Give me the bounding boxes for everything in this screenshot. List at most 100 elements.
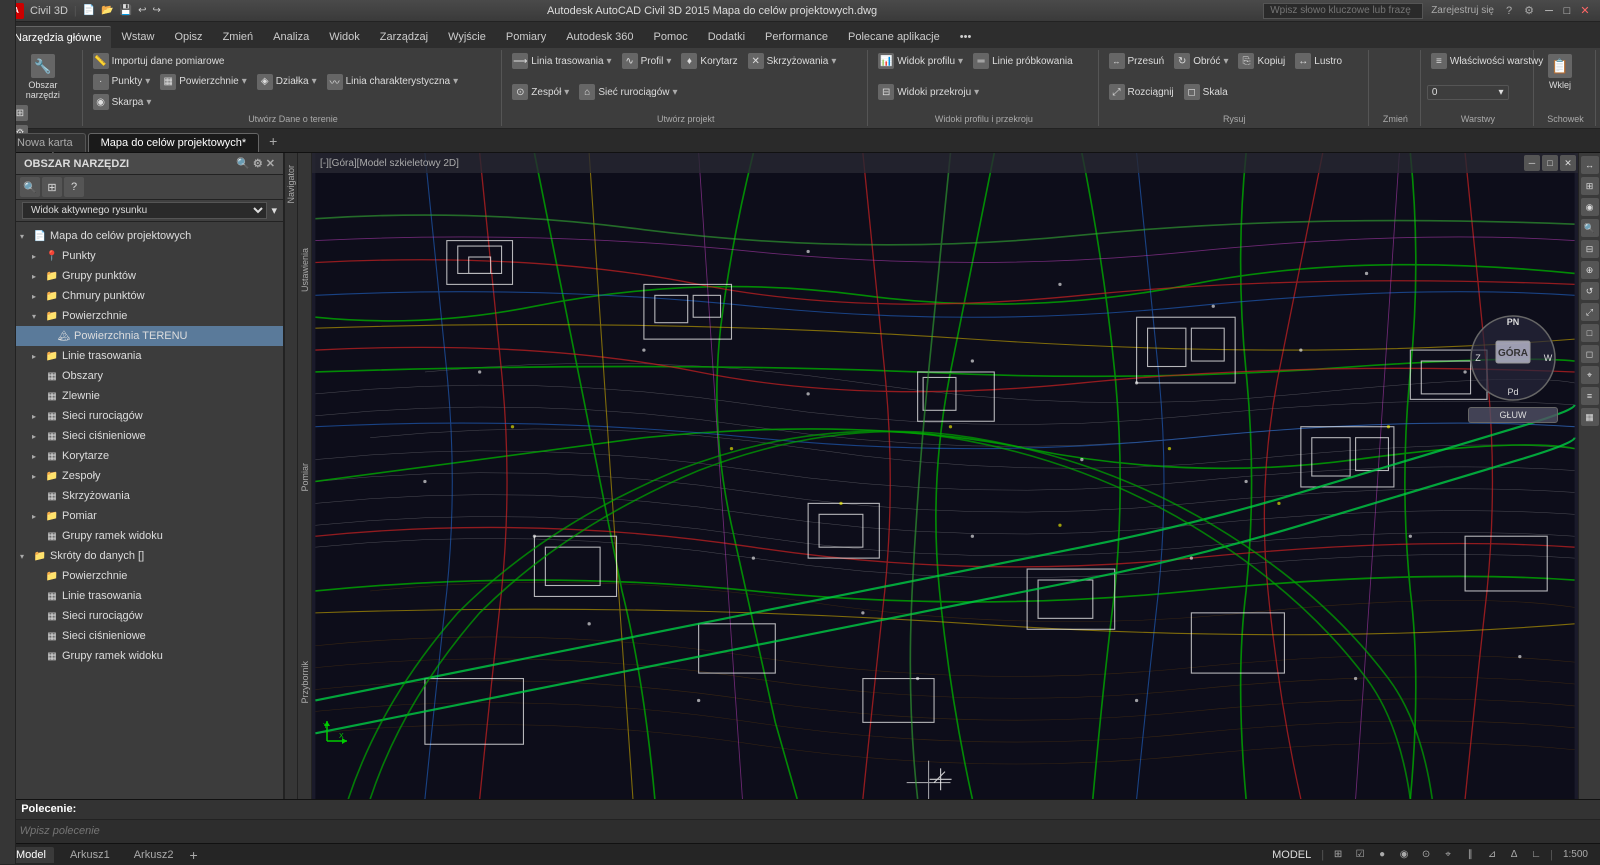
ribbon-tab-wstaw[interactable]: Wstaw [111, 26, 164, 48]
tree-item-powierzchnia-terenu[interactable]: 🏔Powierzchnia TERENU [16, 326, 283, 346]
new-file-icon[interactable]: 📄 [83, 5, 95, 16]
tree-item-grupy-ramek-widoku[interactable]: ▦Grupy ramek widoku [16, 646, 283, 666]
tree-item-skrty-do-danych-[interactable]: ▾📁Skróty do danych [] [16, 546, 283, 566]
doc-tab-active[interactable]: Mapa do celów projektowych* [88, 133, 260, 152]
expand-icon[interactable]: ▾ [32, 312, 42, 321]
rt-btn-7[interactable]: ↺ [1581, 282, 1599, 300]
ribbon-tab-•••[interactable]: ••• [950, 26, 982, 48]
rt-btn-12[interactable]: ≡ [1581, 387, 1599, 405]
new-sheet-btn[interactable]: + [189, 847, 197, 863]
viewport-minimize-btn[interactable]: ─ [1524, 155, 1540, 171]
open-icon[interactable]: 📂 [101, 5, 113, 16]
ribbon-tab-widok[interactable]: Widok [319, 26, 370, 48]
skala-btn[interactable]: ◻ Skala [1180, 83, 1232, 101]
layer-0-btn[interactable]: 0 ▾ [1427, 85, 1509, 100]
siec-ruro-btn[interactable]: ⌂ Sieć rurociągów ▾ [575, 83, 681, 101]
korytarz-btn[interactable]: ♦ Korytarz [677, 52, 741, 70]
ribbon-tab-performance[interactable]: Performance [755, 26, 838, 48]
palette-btn-2[interactable]: ⊞ [42, 177, 62, 197]
nav-cube-widget[interactable]: PN W Z Pd GÓRA [1468, 313, 1558, 403]
profil-btn[interactable]: ∿ Profil ▾ [618, 52, 676, 70]
new-tab-btn[interactable]: + [261, 130, 285, 152]
pomiar-label[interactable]: Pomiar [300, 459, 310, 496]
scale-label[interactable]: 1:500 [1559, 849, 1592, 860]
rt-btn-1[interactable]: ↔ [1581, 156, 1599, 174]
expand-icon[interactable]: ▸ [32, 472, 42, 481]
lustro-btn[interactable]: ↔ Lustro [1291, 52, 1346, 70]
obroc-btn[interactable]: ↻ Obróć ▾ [1170, 52, 1232, 70]
expand-icon[interactable]: ▸ [32, 412, 42, 421]
ribbon-tab-zmień[interactable]: Zmień [213, 26, 264, 48]
obszar-narzedzi-btn[interactable]: 🔧 Obszar narzędzi [8, 52, 78, 102]
widok-profilu-btn[interactable]: 📊 Widok profilu ▾ [874, 52, 967, 70]
rt-btn-3[interactable]: ◉ [1581, 198, 1599, 216]
zespol-btn[interactable]: ⊙ Zespół ▾ [508, 83, 573, 101]
command-input-field[interactable] [20, 825, 1592, 837]
ribbon-tab-pomoc[interactable]: Pomoc [643, 26, 697, 48]
register-label[interactable]: Zarejestruj się [1427, 5, 1498, 16]
view-dropdown[interactable]: Widok aktywnego rysunku [22, 202, 267, 219]
ribbon-tab-narzędzia-główne[interactable]: Narzędzia główne [4, 26, 111, 48]
ustawienia-label[interactable]: Ustawienia [300, 244, 310, 296]
rt-btn-6[interactable]: ⊕ [1581, 261, 1599, 279]
osnap-icon[interactable]: ⊙ [1418, 847, 1434, 863]
palette-btn-1[interactable]: 🔍 [20, 177, 40, 197]
expand-icon[interactable]: ▾ [20, 232, 30, 241]
palette-settings-icon[interactable]: ⚙ [253, 157, 263, 170]
search-input[interactable] [1263, 3, 1423, 19]
tree-item-obszary[interactable]: ▦Obszary [16, 366, 283, 386]
ribbon-tab-pomiary[interactable]: Pomiary [496, 26, 556, 48]
linia-char-btn[interactable]: 〰 Linia charakterystyczna ▾ [323, 73, 463, 91]
rt-btn-9[interactable]: □ [1581, 324, 1599, 342]
maximize-btn[interactable]: □ [1560, 4, 1574, 18]
doc-tab-new[interactable]: Nowa karta [4, 133, 86, 152]
skarpa-btn[interactable]: ◉ Skarpa ▾ [89, 93, 156, 111]
rt-btn-4[interactable]: 🔍 [1581, 219, 1599, 237]
importuj-btn[interactable]: 📏 Importuj dane pomiarowe [89, 52, 498, 70]
expand-icon[interactable]: ▸ [32, 272, 42, 281]
kopiuj-btn[interactable]: ⎘ Kopiuj [1234, 52, 1289, 70]
palette-search-icon[interactable]: 🔍 [236, 157, 250, 170]
wklej-btn[interactable]: 📋 Wklej [1540, 52, 1580, 92]
help-icon[interactable]: ? [1502, 5, 1516, 17]
polar-icon[interactable]: ◉ [1396, 847, 1412, 863]
annotation-icon[interactable]: ∟ [1528, 847, 1544, 863]
ribbon-tab-dodatki[interactable]: Dodatki [698, 26, 755, 48]
palette-close-icon[interactable]: ✕ [266, 157, 275, 170]
cad-viewport[interactable]: [-][Góra][Model szkieletowy 2D] ─ □ ✕ [312, 153, 1578, 799]
ribbon-tab-polecane-aplikacje[interactable]: Polecane aplikacje [838, 26, 950, 48]
expand-icon[interactable]: ▸ [32, 352, 42, 361]
rt-btn-10[interactable]: ◻ [1581, 345, 1599, 363]
dzialka-btn[interactable]: ◈ Działka ▾ [253, 73, 321, 91]
linia-tras-btn[interactable]: ⟶ Linia trasowania ▾ [508, 52, 615, 70]
tree-item-chmury-punktw[interactable]: ▸📁Chmury punktów [16, 286, 283, 306]
ribbon-tab-wyjście[interactable]: Wyjście [438, 26, 496, 48]
punkty-btn[interactable]: · Punkty ▾ [89, 73, 155, 91]
viewport-maximize-btn[interactable]: □ [1542, 155, 1558, 171]
tree-item-pomiar[interactable]: ▸📁Pomiar [16, 506, 283, 526]
widoki-prz-btn[interactable]: ⊟ Widoki przekroju ▾ [874, 83, 983, 101]
powierzchnie-btn[interactable]: ▦ Powierzchnie ▾ [156, 73, 251, 91]
rozciagnij-btn[interactable]: ⤢ Rozciągnij [1105, 83, 1178, 101]
expand-icon[interactable]: ▸ [32, 512, 42, 521]
close-btn[interactable]: ✕ [1578, 4, 1592, 18]
tree-item-korytarze[interactable]: ▸▦Korytarze [16, 446, 283, 466]
tree-item-sieci-rurocigw[interactable]: ▸▦Sieci rurociągów [16, 406, 283, 426]
tree-item-linie-trasowania[interactable]: ▦Linie trasowania [16, 586, 283, 606]
tree-item-sieci-rurocigw[interactable]: ▦Sieci rurociągów [16, 606, 283, 626]
undo-icon[interactable]: ↩ [138, 5, 146, 16]
lineweight-icon[interactable]: ∥ [1462, 847, 1478, 863]
tree-item-punkty[interactable]: ▸📍Punkty [16, 246, 283, 266]
ortho-icon[interactable]: ● [1374, 847, 1390, 863]
expand-icon[interactable]: ▸ [32, 452, 42, 461]
rt-btn-5[interactable]: ⊟ [1581, 240, 1599, 258]
minimize-btn[interactable]: ─ [1542, 4, 1556, 18]
ribbon-tab-analiza[interactable]: Analiza [263, 26, 319, 48]
ribbon-tab-opisz[interactable]: Opisz [164, 26, 212, 48]
tree-item-powierzchnie[interactable]: 📁Powierzchnie [16, 566, 283, 586]
rt-btn-13[interactable]: ▦ [1581, 408, 1599, 426]
przybornik-label[interactable]: Przybornik [300, 657, 310, 708]
palette-btn-3[interactable]: ? [64, 177, 84, 197]
expand-icon[interactable]: ▸ [32, 292, 42, 301]
arkusz1-tab[interactable]: Arkusz1 [62, 847, 118, 863]
